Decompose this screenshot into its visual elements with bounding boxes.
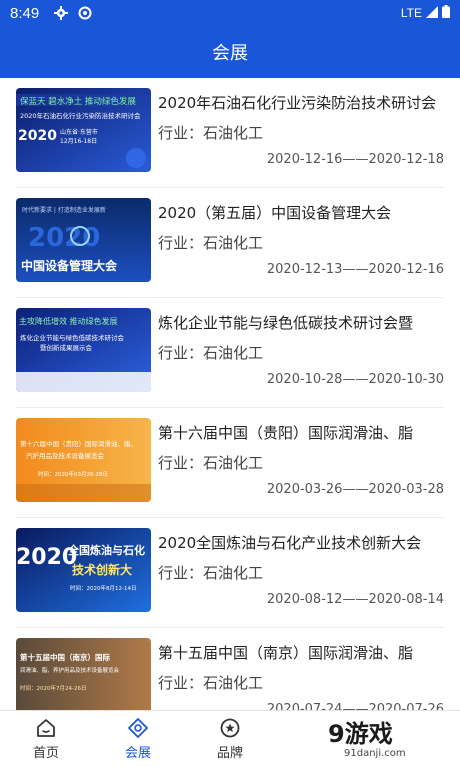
thumb-line3: 时间：2020年03月26-28日 [38,470,108,478]
thumb-line3: 时间：2020年8月12-14日 [70,584,136,592]
list-item[interactable]: 时代新要求 | 打造制造业发展新 2020 中国设备管理大会 2020（第五届）… [16,188,444,298]
thumbnail-image: 时代新要求 | 打造制造业发展新 2020 中国设备管理大会 [16,198,151,282]
list-item[interactable]: 保蓝天 碧水净土 推动绿色发展 2020年石油石化行业污染防治技术研讨会 202… [16,78,444,188]
home-icon [37,719,55,737]
sync-icon [77,5,93,21]
thumbnail-image: 主攻降低增效 推动绿色发展 炼化企业节能与绿色低碳技术研讨会 暨创新成果展示会 [16,308,151,392]
list-item[interactable]: 第十六届中国（贵阳）国际润滑油、脂、 汽护用品及技术设备展览会 时间：2020年… [16,408,444,518]
signal-icon [426,5,438,21]
app-bar: 会展 [0,26,460,78]
nav-label: 首页 [32,746,59,761]
nav-brand[interactable]: 品牌 [184,711,276,767]
item-date-range: 2020-10-28——2020-10-30 [266,372,444,387]
watermark-brand: 9游戏 [328,720,393,748]
network-type: LTE [400,6,422,20]
item-industry: 行业：石油化工 [158,674,264,692]
nav-exhibition[interactable]: 会展 [92,711,184,767]
item-industry: 行业：石油化工 [158,234,264,252]
star-badge-icon [220,718,240,738]
thumb-year: 2020 [18,128,57,144]
thumb-line1: 全国炼油与石化 [67,543,145,557]
item-title[interactable]: 炼化企业节能与绿色低碳技术研讨会暨 [158,312,444,333]
thumb-line2: 中国设备管理大会 [21,258,118,273]
item-title[interactable]: 2020全国炼油与石化产业技术创新大会 [158,532,444,553]
thumb-line2: 2020年石油石化行业污染防治技术研讨会 [20,111,141,120]
item-date-range: 2020-07-24——2020-07-26 [266,702,444,710]
list-item[interactable]: 第十五届中国（南京）国际 润滑油、脂、养护用品及技术设备展览会 时间：2020年… [16,628,444,710]
page-title: 会展 [212,43,248,64]
thumb-line2: 炼化企业节能与绿色低碳技术研讨会 [20,333,125,342]
thumb-dates: 12月16-18日 [60,138,97,145]
thumb-place: 山东省·东营市 [60,128,98,136]
thumb-line1: 时代新要求 | 打造制造业发展新 [22,206,106,214]
item-title[interactable]: 2020（第五届）中国设备管理大会 [158,202,444,223]
list-item[interactable]: 2020 全国炼油与石化 技术创新大 时间：2020年8月12-14日 2020… [16,518,444,628]
status-time: 8:49 [10,4,40,22]
item-date-range: 2020-12-13——2020-12-16 [266,262,444,277]
item-date-range: 2020-12-16——2020-12-18 [266,152,444,167]
nav-label: 品牌 [216,746,243,761]
thumb-line3: 时间：2020年7月24-26日 [20,684,86,692]
thumb-line2: 润滑油、脂、养护用品及技术设备展览会 [20,666,120,674]
thumb-line2: 技术创新大 [72,562,132,577]
battery-icon [442,5,450,21]
list-item[interactable]: 主攻降低增效 推动绿色发展 炼化企业节能与绿色低碳技术研讨会 暨创新成果展示会 … [16,298,444,408]
nav-home[interactable]: 首页 [0,711,92,767]
thumbnail-image: 第十五届中国（南京）国际 润滑油、脂、养护用品及技术设备展览会 时间：2020年… [16,638,151,710]
watermark-logo: 9游戏 91danji.com [328,712,456,762]
thumb-line3: 暨创新成果展示会 [40,343,93,352]
item-date-range: 2020-08-12——2020-08-14 [266,592,444,607]
exhibition-icon [128,718,148,738]
thumb-line1: 主攻降低增效 推动绿色发展 [19,316,118,326]
thumbnail-image: 第十六届中国（贵阳）国际润滑油、脂、 汽护用品及技术设备展览会 时间：2020年… [16,418,151,502]
status-bar: 8:49 LTE [0,0,460,26]
nav-label: 会展 [124,746,151,761]
exhibition-list[interactable]: 保蓝天 碧水净土 推动绿色发展 2020年石油石化行业污染防治技术研讨会 202… [0,78,460,710]
thumb-line1: 第十六届中国（贵阳）国际润滑油、脂、 [20,439,137,448]
item-industry: 行业：石油化工 [158,124,264,142]
item-industry: 行业：石油化工 [158,344,264,362]
status-indicators: LTE [401,5,450,21]
item-industry: 行业：石油化工 [158,564,264,582]
thumb-line1: 第十五届中国（南京）国际 [20,652,110,662]
thumb-line1: 保蓝天 碧水净土 推动绿色发展 [20,96,136,107]
item-title[interactable]: 2020年石油石化行业污染防治技术研讨会 [158,92,444,113]
thumb-line2: 汽护用品及技术设备展览会 [26,451,105,460]
thumbnail-image: 保蓝天 碧水净土 推动绿色发展 2020年石油石化行业污染防治技术研讨会 202… [16,88,151,172]
watermark-sub: 91danji.com [344,748,406,759]
item-title[interactable]: 第十五届中国（南京）国际润滑油、脂 [158,642,444,663]
thumbnail-image: 2020 全国炼油与石化 技术创新大 时间：2020年8月12-14日 [16,528,151,612]
item-industry: 行业：石油化工 [158,454,264,472]
item-date-range: 2020-03-26——2020-03-28 [266,482,444,497]
gear-icon [53,5,69,21]
item-title[interactable]: 第十六届中国（贵阳）国际润滑油、脂 [158,422,444,443]
